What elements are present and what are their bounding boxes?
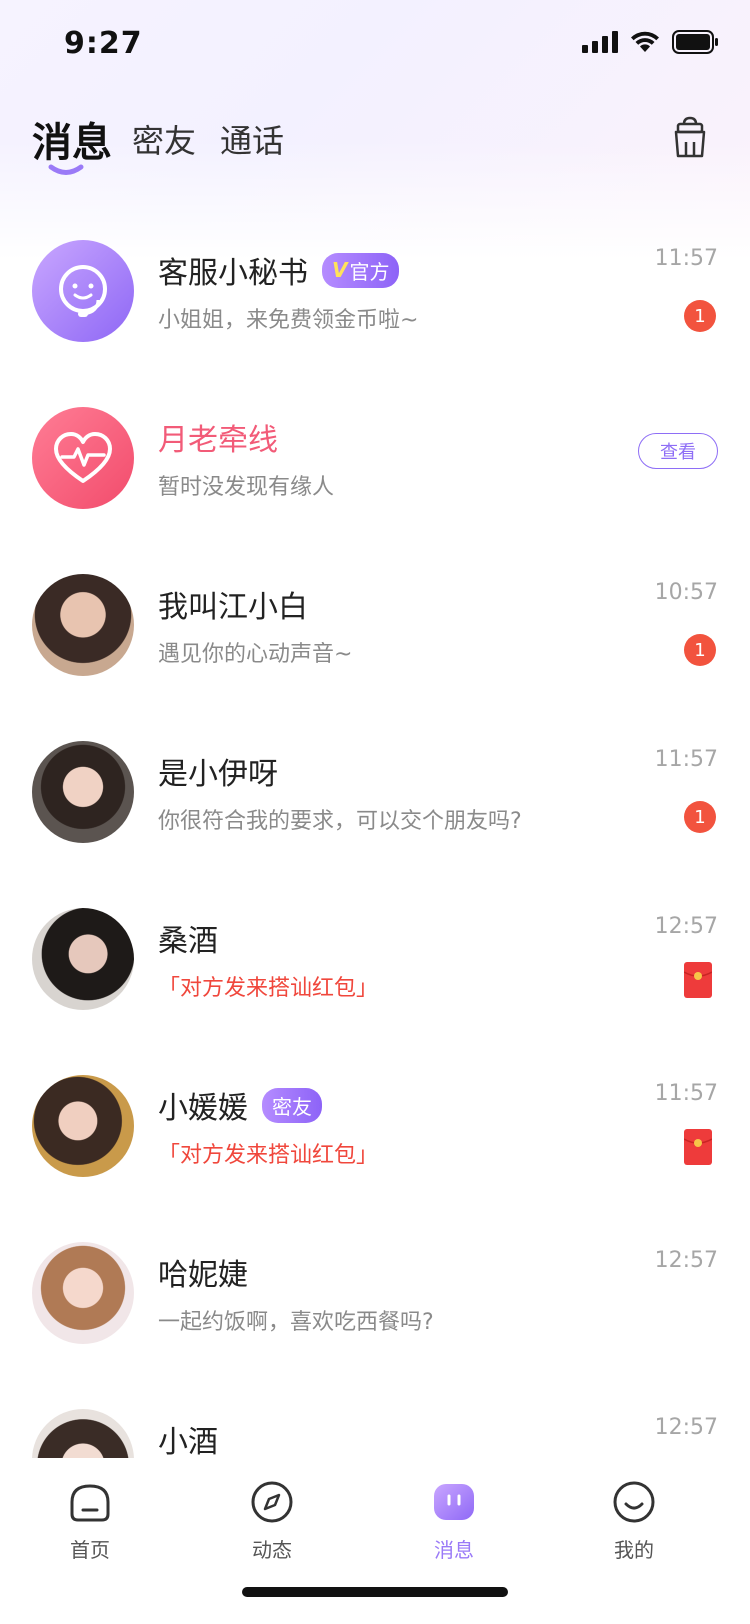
status-bar: 9:27 <box>0 0 750 90</box>
last-message: 一起约饭啊，喜欢吃西餐吗? <box>158 1310 434 1335</box>
conversation-item[interactable]: 桑酒 「对方发来搭讪红包」 12:57 <box>0 898 750 1065</box>
name-line: 是小伊呀 <box>158 749 278 793</box>
wifi-icon <box>630 31 660 53</box>
contact-name: 是小伊呀 <box>158 757 278 792</box>
conversation-item[interactable]: 客服小秘书 V 官方 小姐姐，来免费领金币啦~ 11:57 1 <box>0 230 750 397</box>
conversation-item[interactable]: 小媛媛 密友 「对方发来搭讪红包」 11:57 <box>0 1065 750 1232</box>
unread-badge: 1 <box>684 634 716 666</box>
status-icons <box>582 30 720 54</box>
last-message: 小姐姐，来免费领金币啦~ <box>158 308 419 333</box>
nav-label: 消息 <box>434 1538 474 1562</box>
name-line: 桑酒 <box>158 916 218 960</box>
contact-name: 客服小秘书 <box>158 256 308 291</box>
service-agent-icon <box>59 265 107 317</box>
contact-name: 月老牵线 <box>158 423 278 458</box>
official-badge: V 官方 <box>322 252 400 288</box>
conversation-item[interactable]: 哈妮婕 一起约饭啊，喜欢吃西餐吗? 12:57 <box>0 1232 750 1399</box>
contact-name: 小媛媛 <box>158 1091 248 1126</box>
conversation-list: 客服小秘书 V 官方 小姐姐，来免费领金币啦~ 11:57 1 月老牵线 暂时没… <box>0 230 750 1458</box>
conversation-item[interactable]: 月老牵线 暂时没发现有缘人 查看 <box>0 397 750 564</box>
name-line: 我叫江小白 <box>158 582 308 626</box>
message-time: 11:57 <box>654 246 718 271</box>
last-message: 你很符合我的要求，可以交个朋友吗? <box>158 809 522 834</box>
name-line: 客服小秘书 V 官方 <box>158 248 400 292</box>
avatar <box>32 741 134 843</box>
status-time: 9:27 <box>64 26 143 61</box>
message-time: 11:57 <box>654 747 718 772</box>
red-packet-icon <box>684 962 712 998</box>
contact-name: 小酒 <box>158 1425 218 1458</box>
contact-name: 我叫江小白 <box>158 590 308 625</box>
message-icon <box>434 1484 474 1520</box>
avatar <box>32 407 134 509</box>
bottom-nav: 首页 动态 消息 我的 <box>0 1458 750 1624</box>
clean-button[interactable] <box>666 114 714 162</box>
avatar <box>32 574 134 676</box>
conversation-item[interactable]: 是小伊呀 你很符合我的要求，可以交个朋友吗? 11:57 1 <box>0 731 750 898</box>
home-indicator <box>242 1587 508 1597</box>
name-line: 小媛媛 密友 <box>158 1083 322 1127</box>
tab-active-indicator <box>48 164 84 175</box>
nav-label: 我的 <box>614 1538 654 1562</box>
last-message: 「对方发来搭讪红包」 <box>158 1143 379 1168</box>
nav-label: 首页 <box>70 1538 110 1562</box>
message-time: 11:57 <box>654 1081 718 1106</box>
compass-icon <box>251 1481 293 1523</box>
nav-messages[interactable]: 消息 <box>394 1480 514 1563</box>
name-line: 月老牵线 <box>158 415 278 459</box>
conversation-item[interactable]: 我叫江小白 遇见你的心动声音~ 10:57 1 <box>0 564 750 731</box>
avatar <box>32 1409 134 1458</box>
nav-feed[interactable]: 动态 <box>212 1480 332 1563</box>
nav-home[interactable]: 首页 <box>30 1480 150 1563</box>
tab-calls[interactable]: 通话 <box>220 116 284 162</box>
contact-name: 桑酒 <box>158 924 218 959</box>
battery-icon <box>672 30 720 54</box>
message-time: 12:57 <box>654 1415 718 1440</box>
home-icon <box>70 1484 110 1522</box>
message-time: 12:57 <box>654 914 718 939</box>
signal-icon <box>582 31 618 53</box>
close-friend-badge: 密友 <box>262 1087 322 1123</box>
avatar <box>32 1075 134 1177</box>
avatar <box>32 240 134 342</box>
smile-icon <box>613 1481 655 1523</box>
top-tabs: 消息 密友 通话 <box>0 110 750 200</box>
message-time: 12:57 <box>654 1248 718 1273</box>
last-message: 遇见你的心动声音~ <box>158 642 353 667</box>
unread-badge: 1 <box>684 300 716 332</box>
conversation-item[interactable]: 小酒 12:57 <box>0 1399 750 1458</box>
last-message: 暂时没发现有缘人 <box>158 475 335 500</box>
broom-basket-icon <box>674 116 706 158</box>
nav-label: 动态 <box>252 1538 292 1562</box>
tab-messages[interactable]: 消息 <box>32 110 112 168</box>
nav-profile[interactable]: 我的 <box>574 1480 694 1563</box>
avatar <box>32 908 134 1010</box>
unread-badge: 1 <box>684 801 716 833</box>
avatar <box>32 1242 134 1344</box>
last-message: 「对方发来搭讪红包」 <box>158 976 379 1001</box>
name-line: 小酒 <box>158 1417 218 1458</box>
name-line: 哈妮婕 <box>158 1250 248 1294</box>
heart-pulse-icon <box>54 432 112 483</box>
message-time: 10:57 <box>654 580 718 605</box>
red-packet-icon <box>684 1129 712 1165</box>
contact-name: 哈妮婕 <box>158 1258 248 1293</box>
view-button[interactable]: 查看 <box>638 433 718 469</box>
tab-close-friends[interactable]: 密友 <box>132 116 196 162</box>
